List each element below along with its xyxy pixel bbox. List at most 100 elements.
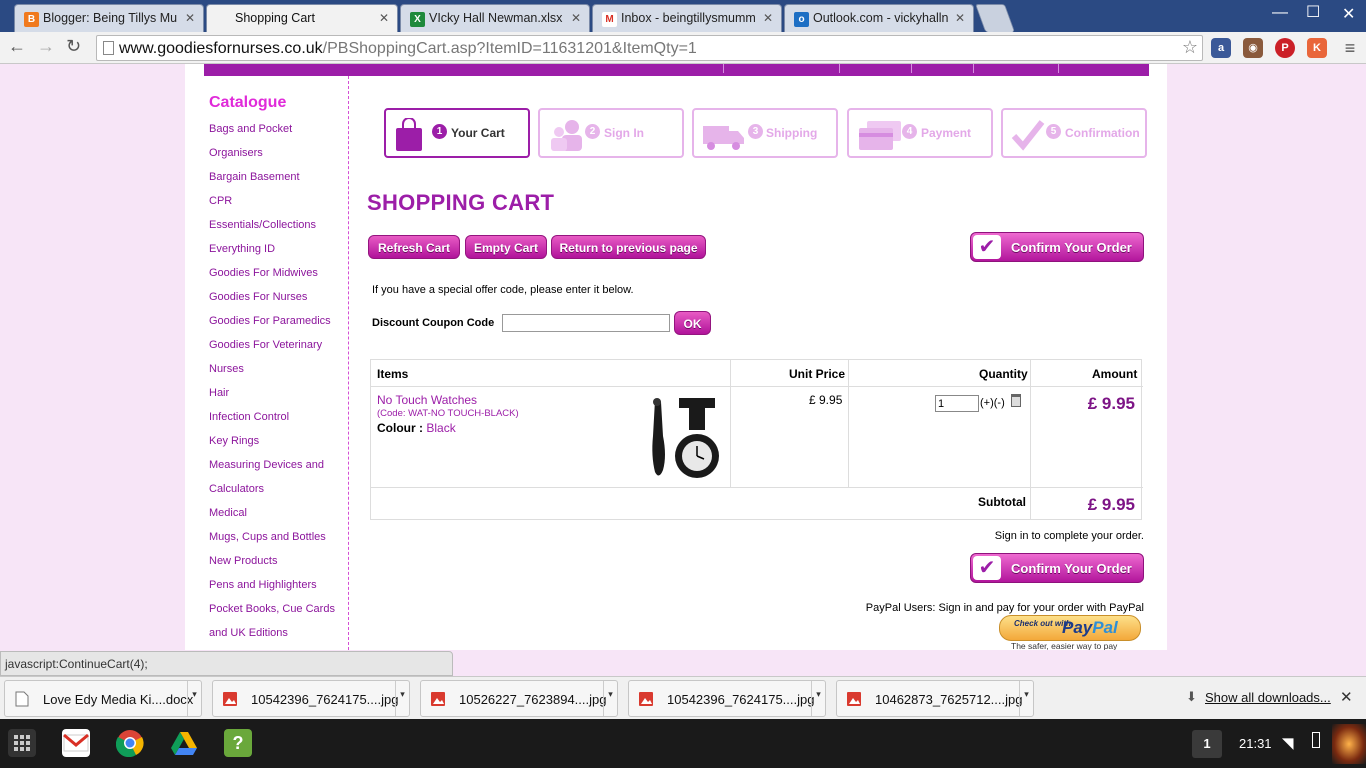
coupon-ok-button[interactable]: OK xyxy=(674,311,711,335)
product-image[interactable] xyxy=(649,396,721,482)
catalogue-link[interactable]: Goodies For Nurses xyxy=(209,290,335,314)
notification-badge[interactable]: 1 xyxy=(1192,730,1222,758)
close-icon[interactable]: ✕ xyxy=(571,11,581,25)
download-item[interactable]: 10526227_7623894....jpg ▾ xyxy=(420,680,618,717)
forward-icon[interactable]: → xyxy=(37,36,55,57)
back-icon[interactable]: ← xyxy=(8,36,26,57)
step-number: 4 xyxy=(902,124,917,139)
product-link[interactable]: No Touch Watches xyxy=(377,393,477,407)
catalogue-link[interactable]: Goodies For Midwives xyxy=(209,266,335,290)
download-item[interactable]: Love Edy Media Ki....docx ▾ xyxy=(4,680,202,717)
chevron-down-icon[interactable]: ▾ xyxy=(603,681,617,716)
help-icon[interactable]: ? xyxy=(224,729,252,757)
image-icon xyxy=(223,692,237,706)
paypal-logo-pay: Pay xyxy=(1062,618,1093,637)
empty-cart-button[interactable]: Empty Cart xyxy=(465,235,547,259)
download-filename: 10542396_7624175....jpg xyxy=(667,692,815,707)
quantity-input[interactable] xyxy=(935,395,979,412)
app-launcher-icon[interactable] xyxy=(8,729,36,757)
paypal-logo: PayPal xyxy=(1062,618,1118,638)
battery-icon[interactable] xyxy=(1312,732,1320,748)
step-sign-in[interactable]: 2 Sign In xyxy=(538,108,684,158)
catalogue-link[interactable]: Medical xyxy=(209,506,335,530)
close-icon[interactable]: ✕ xyxy=(185,11,195,25)
catalogue-link[interactable]: Calculators xyxy=(209,482,335,506)
step-your-cart[interactable]: 1 Your Cart xyxy=(384,108,530,158)
return-previous-button[interactable]: Return to previous page xyxy=(551,235,706,259)
step-payment[interactable]: 4 Payment xyxy=(847,108,993,158)
trash-icon[interactable] xyxy=(1011,394,1021,407)
coupon-input[interactable] xyxy=(502,314,670,332)
tab-shopping-cart[interactable]: Shopping Cart ✕ xyxy=(206,4,398,32)
close-icon[interactable]: ✕ xyxy=(1340,688,1353,706)
window-close-icon[interactable]: ✕ xyxy=(1342,4,1355,24)
catalogue-link[interactable]: Essentials/Collections xyxy=(209,218,335,242)
step-shipping[interactable]: 3 Shipping xyxy=(692,108,838,158)
download-item[interactable]: 10462873_7625712....jpg ▾ xyxy=(836,680,1034,717)
chrome-icon[interactable] xyxy=(115,729,144,758)
paypal-checkout-button[interactable]: Check out with PayPal xyxy=(999,615,1141,641)
url-host: www.goodiesfornurses.co.uk xyxy=(119,40,323,57)
catalogue-link[interactable]: and UK Editions xyxy=(209,626,335,650)
column-header-unit-price: Unit Price xyxy=(789,367,846,381)
tab-gmail[interactable]: M Inbox - beingtillysmumm ✕ xyxy=(592,4,782,32)
subtotal-label: Subtotal xyxy=(978,495,1026,509)
catalogue-link[interactable]: Organisers xyxy=(209,146,335,170)
close-icon[interactable]: ✕ xyxy=(955,11,965,25)
catalogue-link[interactable]: New Products xyxy=(209,554,335,578)
catalogue-link[interactable]: Infection Control xyxy=(209,410,335,434)
extension-icon[interactable]: a xyxy=(1211,38,1231,58)
catalogue-link[interactable]: Key Rings xyxy=(209,434,335,458)
catalogue-link[interactable]: Pocket Books, Cue Cards xyxy=(209,602,335,626)
catalogue-link[interactable]: Everything ID xyxy=(209,242,335,266)
clock[interactable]: 21:31 xyxy=(1239,736,1272,751)
show-all-downloads-link[interactable]: Show all downloads... xyxy=(1205,690,1331,705)
refresh-cart-button[interactable]: Refresh Cart xyxy=(368,235,460,259)
confirm-order-button[interactable]: ✔ Confirm Your Order xyxy=(970,232,1144,262)
tab-excel[interactable]: X VIcky Hall Newman.xlsx ✕ xyxy=(400,4,590,32)
step-label: Sign In xyxy=(604,126,644,140)
address-bar[interactable]: www.goodiesfornurses.co.uk/PBShoppingCar… xyxy=(96,35,1203,61)
catalogue-link[interactable]: Hair xyxy=(209,386,335,410)
chevron-down-icon[interactable]: ▾ xyxy=(187,681,201,716)
catalogue-link[interactable]: Goodies For Paramedics xyxy=(209,314,335,338)
pinterest-icon[interactable]: P xyxy=(1275,38,1295,58)
nav-divider xyxy=(973,64,974,73)
step-confirmation[interactable]: 5 Confirmation xyxy=(1001,108,1147,158)
instagram-icon[interactable]: ◉ xyxy=(1243,38,1263,58)
bookmark-star-icon[interactable]: ☆ xyxy=(1182,37,1198,58)
catalogue-link[interactable]: Goodies For Veterinary xyxy=(209,338,335,362)
excel-icon: X xyxy=(410,12,425,27)
gmail-icon[interactable] xyxy=(62,729,90,757)
catalogue-link[interactable]: Nurses xyxy=(209,362,335,386)
tab-blogger[interactable]: B Blogger: Being Tillys Mu ✕ xyxy=(14,4,204,32)
drive-icon[interactable] xyxy=(170,729,198,757)
catalogue-link[interactable]: CPR xyxy=(209,194,335,218)
catalogue-link[interactable]: Measuring Devices and xyxy=(209,458,335,482)
maximize-icon[interactable]: ☐ xyxy=(1306,2,1320,22)
catalogue-link[interactable]: Bargain Basement xyxy=(209,170,335,194)
close-icon[interactable]: ✕ xyxy=(379,11,389,25)
close-icon[interactable]: ✕ xyxy=(763,11,773,25)
quantity-stepper[interactable]: (+)(-) xyxy=(980,397,1005,409)
extension-icon[interactable]: K xyxy=(1307,38,1327,58)
download-item[interactable]: 10542396_7624175....jpg ▾ xyxy=(628,680,826,717)
reload-icon[interactable]: ↻ xyxy=(66,36,81,57)
catalogue-link[interactable]: Bags and Pocket xyxy=(209,122,335,146)
avatar[interactable] xyxy=(1332,724,1366,764)
minimize-icon[interactable]: — xyxy=(1272,4,1288,22)
nav-divider xyxy=(1058,64,1059,73)
menu-icon[interactable]: ≡ xyxy=(1340,38,1360,58)
tab-outlook[interactable]: o Outlook.com - vickyhalln ✕ xyxy=(784,4,974,32)
wifi-icon[interactable]: ◥ xyxy=(1282,734,1294,752)
step-label: Confirmation xyxy=(1065,126,1140,140)
tab-strip: B Blogger: Being Tillys Mu ✕ Shopping Ca… xyxy=(0,0,1366,32)
confirm-order-button-bottom[interactable]: ✔ Confirm Your Order xyxy=(970,553,1144,583)
new-tab-button[interactable] xyxy=(974,4,1016,32)
catalogue-link[interactable]: Mugs, Cups and Bottles xyxy=(209,530,335,554)
chevron-down-icon[interactable]: ▾ xyxy=(1019,681,1033,716)
chevron-down-icon[interactable]: ▾ xyxy=(811,681,825,716)
download-item[interactable]: 10542396_7624175....jpg ▾ xyxy=(212,680,410,717)
chevron-down-icon[interactable]: ▾ xyxy=(395,681,409,716)
catalogue-link[interactable]: Pens and Highlighters xyxy=(209,578,335,602)
